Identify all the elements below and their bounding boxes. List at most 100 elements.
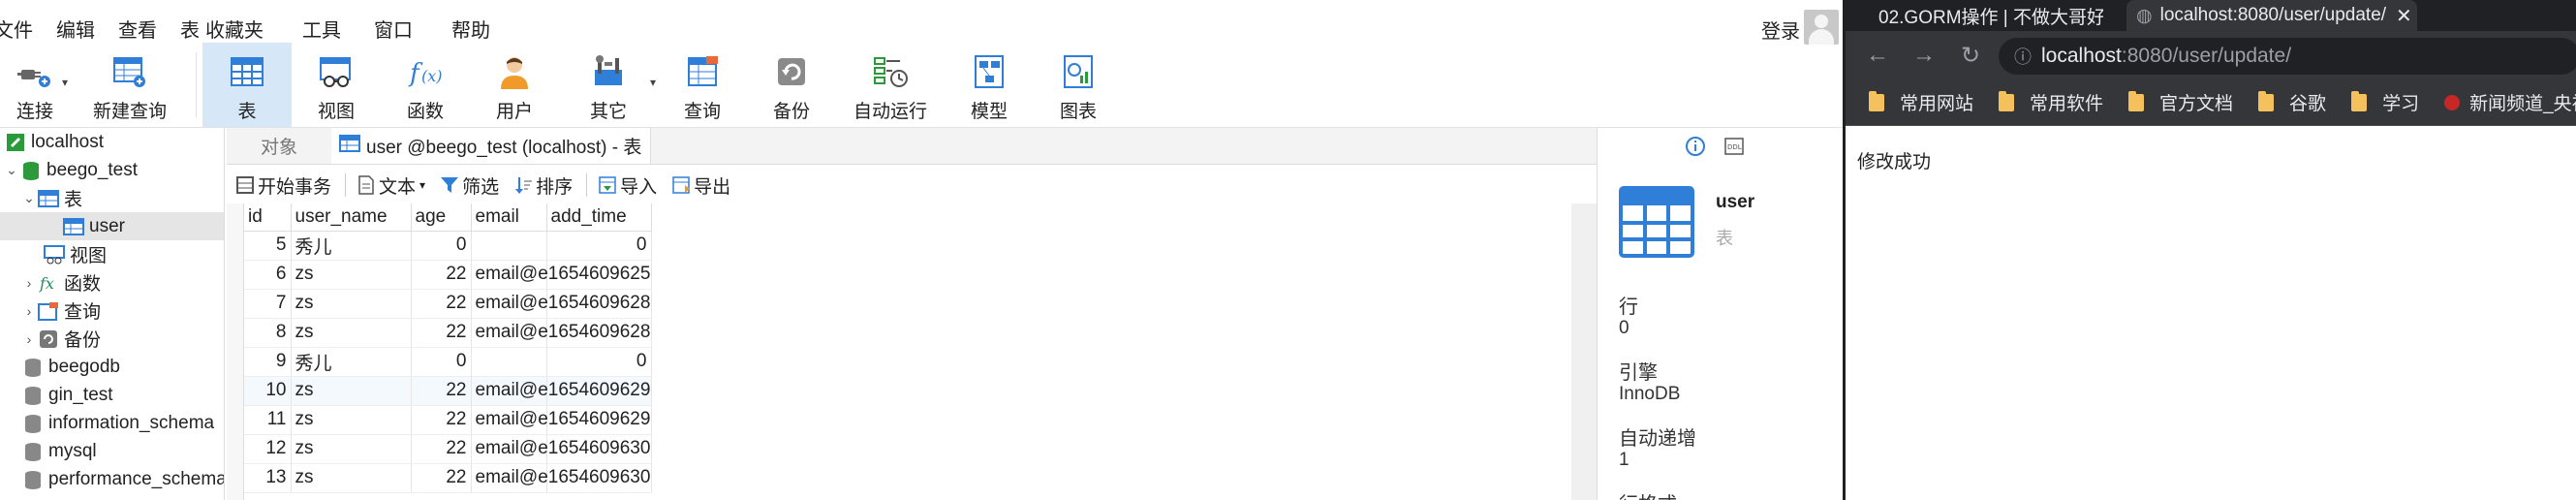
function-button[interactable]: f (x) 函数 (381, 43, 470, 127)
cell-id[interactable]: 8 (244, 318, 292, 348)
model-button[interactable]: 模型 (945, 43, 1034, 127)
chevron-down-icon[interactable]: ▾ (650, 76, 656, 89)
cell-id[interactable]: 9 (244, 347, 292, 377)
connect-button[interactable]: 连接 ▾ (0, 43, 70, 127)
url-input[interactable]: ⓘ localhost:8080/user/update/ (1999, 38, 2576, 75)
cell-age[interactable]: 22 (411, 434, 472, 464)
tree-group-backups[interactable]: › 备份 (21, 325, 101, 353)
cell-id[interactable]: 5 (244, 231, 292, 261)
bookmark-folder[interactable]: 常用网站 (1869, 89, 1973, 115)
filter-button[interactable]: 筛选 (439, 172, 499, 199)
cell-id[interactable]: 12 (244, 434, 292, 464)
tree-db-information-schema[interactable]: information_schema (21, 409, 214, 437)
cell-age[interactable]: 22 (411, 376, 472, 406)
cell-id[interactable]: 13 (244, 463, 292, 493)
cell-email[interactable]: email@e1654609629 (471, 405, 650, 435)
avatar[interactable] (1804, 10, 1839, 45)
text-button[interactable]: 文本 ▾ (356, 172, 425, 199)
grid-scrollbar[interactable] (1571, 203, 1597, 500)
table-row[interactable]: 8 zs 22 email@e1654609628 (244, 318, 652, 348)
column-header-add-time[interactable]: add_time (546, 203, 652, 232)
cell-email[interactable] (471, 347, 547, 377)
tree-group-tables[interactable]: ⌄ 表 (21, 184, 82, 212)
forward-arrow-icon[interactable]: → (1909, 42, 1939, 69)
cell-user-name[interactable]: 秀儿 (291, 347, 412, 377)
ddl-icon[interactable]: DDL (1723, 136, 1745, 163)
chevron-right-icon[interactable]: › (21, 303, 37, 319)
cell-add-time[interactable]: 0 (546, 347, 652, 377)
menu-view[interactable]: 查看 (118, 15, 157, 43)
browser-tab-localhost[interactable]: ◍ localhost:8080/user/update/ ✕ (2126, 0, 2417, 31)
cell-user-name[interactable]: zs (291, 318, 412, 348)
cell-email[interactable]: email@e1654609628 (471, 318, 650, 348)
bookmark-news[interactable]: 新闻频道_央视 (2444, 89, 2576, 115)
chevron-down-icon[interactable]: ⌄ (4, 162, 19, 178)
tree-connection-localhost[interactable]: localhost (4, 128, 104, 156)
menu-table[interactable]: 表 (180, 15, 200, 43)
cell-user-name[interactable]: zs (291, 463, 412, 493)
other-button[interactable]: 其它 ▾ (559, 43, 658, 127)
chevron-down-icon[interactable]: ▾ (62, 76, 68, 89)
back-arrow-icon[interactable]: ← (1863, 42, 1892, 69)
cell-id[interactable]: 6 (244, 260, 292, 290)
user-button[interactable]: 用户 (470, 43, 559, 127)
tree-db-gin-test[interactable]: gin_test (21, 381, 113, 409)
new-query-button[interactable]: 新建查询 (70, 43, 190, 127)
tree-group-views[interactable]: 视图 (43, 240, 107, 268)
chevron-right-icon[interactable]: › (21, 275, 37, 291)
cell-user-name[interactable]: 秀儿 (291, 231, 412, 261)
chevron-down-icon[interactable]: ▾ (419, 178, 425, 192)
cell-age[interactable]: 22 (411, 405, 472, 435)
table-button[interactable]: 表 (202, 43, 292, 127)
cell-age[interactable]: 22 (411, 260, 472, 290)
bookmark-folder[interactable]: 官方文档 (2128, 89, 2233, 115)
cell-id[interactable]: 7 (244, 289, 292, 319)
tree-db-performance-schema[interactable]: performance_schema (21, 465, 224, 493)
chevron-down-icon[interactable]: ⌄ (21, 190, 37, 206)
table-row[interactable]: 9 秀儿 0 0 (244, 347, 652, 377)
column-header-id[interactable]: id (244, 203, 292, 232)
menu-tools[interactable]: 工具 (302, 15, 341, 43)
column-header-email[interactable]: email (471, 203, 547, 232)
cell-age[interactable]: 22 (411, 318, 472, 348)
cell-user-name[interactable]: zs (291, 434, 412, 464)
cell-user-name[interactable]: zs (291, 289, 412, 319)
cell-age[interactable]: 0 (411, 347, 472, 377)
tree-db-beegodb[interactable]: beegodb (21, 353, 120, 381)
cell-id[interactable]: 11 (244, 405, 292, 435)
table-row[interactable]: 13 zs 22 email@e1654609630 (244, 463, 652, 493)
cell-age[interactable]: 0 (411, 231, 472, 261)
column-header-age[interactable]: age (411, 203, 472, 232)
tree-table-user[interactable]: user (0, 212, 224, 240)
chevron-right-icon[interactable]: › (21, 331, 37, 347)
cell-add-time[interactable]: 0 (546, 231, 652, 261)
cell-email[interactable]: email@e1654609628 (471, 289, 650, 319)
import-button[interactable]: 导入 (597, 172, 657, 199)
cell-age[interactable]: 22 (411, 463, 472, 493)
backup-button[interactable]: 备份 (747, 43, 836, 127)
cell-email[interactable]: email@e1654609630 (471, 434, 650, 464)
cell-email[interactable]: email@e1654609629 (471, 376, 650, 406)
menu-help[interactable]: 帮助 (451, 15, 490, 43)
schedule-button[interactable]: 自动运行 (836, 43, 945, 127)
menu-edit[interactable]: 编辑 (56, 15, 95, 43)
tree-db-mysql[interactable]: mysql (21, 437, 97, 465)
tab-user-table[interactable]: user @beego_test (localhost) - 表 (331, 128, 651, 164)
table-row[interactable]: 10 zs 22 email@e1654609629 (244, 376, 652, 406)
table-row[interactable]: 7 zs 22 email@e1654609628 (244, 289, 652, 319)
bookmark-folder[interactable]: 学习 (2351, 89, 2419, 115)
menu-file[interactable]: 文件 (0, 15, 33, 43)
info-icon[interactable]: ⓘ (2014, 44, 2032, 69)
begin-transaction-button[interactable]: 开始事务 (234, 172, 331, 199)
bookmark-folder[interactable]: 常用软件 (1999, 89, 2103, 115)
cell-user-name[interactable]: zs (291, 260, 412, 290)
column-header-user-name[interactable]: user_name (291, 203, 412, 232)
info-icon[interactable] (1685, 136, 1706, 163)
cell-age[interactable]: 22 (411, 289, 472, 319)
browser-tab-gorm[interactable]: 02.GORM操作 | 不做大哥好多年 ✕ (1871, 0, 2103, 31)
cell-email[interactable]: email@e1654609625 (471, 260, 650, 290)
sort-button[interactable]: 排序 (512, 172, 573, 199)
menu-window[interactable]: 窗口 (374, 15, 413, 43)
cell-user-name[interactable]: zs (291, 405, 412, 435)
export-button[interactable]: 导出 (670, 172, 730, 199)
